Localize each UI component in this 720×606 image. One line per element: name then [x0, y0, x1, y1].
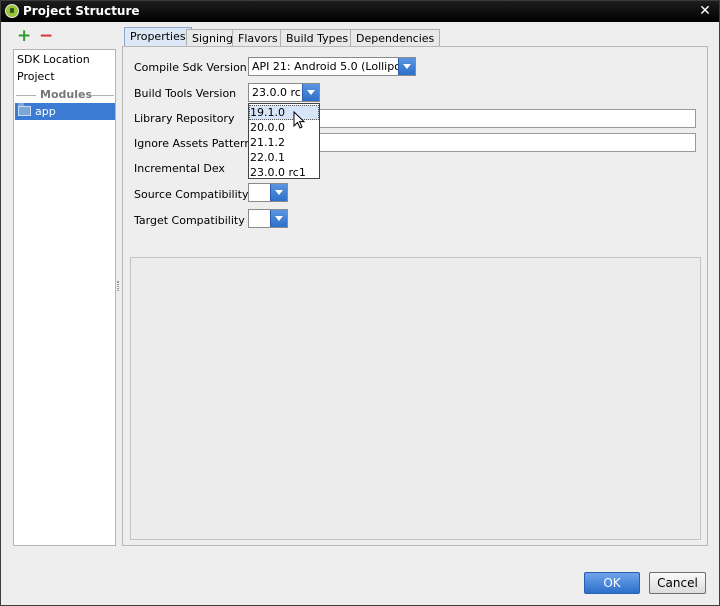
build-tools-label: Build Tools Version — [134, 87, 237, 100]
compile-sdk-value: API 21: Android 5.0 (Lollipop) — [252, 60, 413, 73]
cancel-button[interactable]: Cancel — [649, 572, 706, 594]
tab-flavors[interactable]: Flavors — [232, 29, 284, 47]
mouse-cursor-icon — [293, 111, 306, 129]
chevron-down-icon — [270, 184, 287, 201]
title-bar: Project Structure ✕ — [1, 1, 719, 22]
splitter-handle[interactable] — [117, 281, 119, 291]
tab-build-types[interactable]: Build Types — [280, 29, 355, 47]
target-compat-combo[interactable] — [248, 209, 288, 228]
dropdown-option[interactable]: 19.1.0 — [249, 105, 319, 120]
modules-section-header: Modules — [16, 88, 114, 102]
sidebar-item-sdk-location[interactable]: SDK Location — [17, 53, 90, 66]
build-tools-value: 23.0.0 rc1 — [252, 86, 308, 99]
close-button[interactable]: ✕ — [697, 3, 713, 19]
dropdown-option[interactable]: 23.0.0 rc1 — [249, 165, 319, 180]
android-studio-icon — [5, 4, 19, 18]
remove-module-button[interactable]: − — [39, 28, 53, 45]
chevron-down-icon — [302, 84, 319, 101]
sidebar-item-app[interactable]: app — [15, 103, 115, 120]
sidebar-item-project[interactable]: Project — [17, 70, 55, 83]
source-compat-combo[interactable] — [248, 183, 288, 202]
build-tools-combo[interactable]: 23.0.0 rc1 — [248, 83, 320, 102]
compile-sdk-label: Compile Sdk Version — [134, 61, 247, 74]
sidebar: SDK Location Project Modules app — [13, 49, 116, 546]
ignore-assets-label: Ignore Assets Pattern — [134, 137, 252, 150]
dropdown-option[interactable]: 22.0.1 — [249, 150, 319, 165]
compile-sdk-combo[interactable]: API 21: Android 5.0 (Lollipop) — [248, 57, 416, 76]
chevron-down-icon — [398, 58, 415, 75]
incremental-dex-label: Incremental Dex — [134, 162, 225, 175]
build-tools-dropdown-list: 19.1.0 20.0.0 21.1.2 22.0.1 23.0.0 rc1 — [248, 103, 320, 179]
source-compat-label: Source Compatibility — [134, 188, 249, 201]
modules-label: Modules — [40, 88, 92, 101]
details-panel — [130, 257, 701, 540]
target-compat-label: Target Compatibility — [134, 214, 245, 227]
chevron-down-icon — [270, 210, 287, 227]
project-structure-window: Project Structure ✕ + − SDK Location Pro… — [0, 0, 720, 606]
dropdown-option[interactable]: 20.0.0 — [249, 120, 319, 135]
ok-button[interactable]: OK — [584, 572, 640, 594]
tab-properties[interactable]: Properties — [124, 27, 192, 47]
window-title: Project Structure — [23, 4, 140, 18]
folder-icon — [18, 103, 31, 116]
library-repository-label: Library Repository — [134, 112, 235, 125]
sidebar-item-label: app — [35, 105, 56, 118]
dropdown-option[interactable]: 21.1.2 — [249, 135, 319, 150]
tab-dependencies[interactable]: Dependencies — [350, 29, 441, 47]
add-module-button[interactable]: + — [17, 28, 31, 45]
